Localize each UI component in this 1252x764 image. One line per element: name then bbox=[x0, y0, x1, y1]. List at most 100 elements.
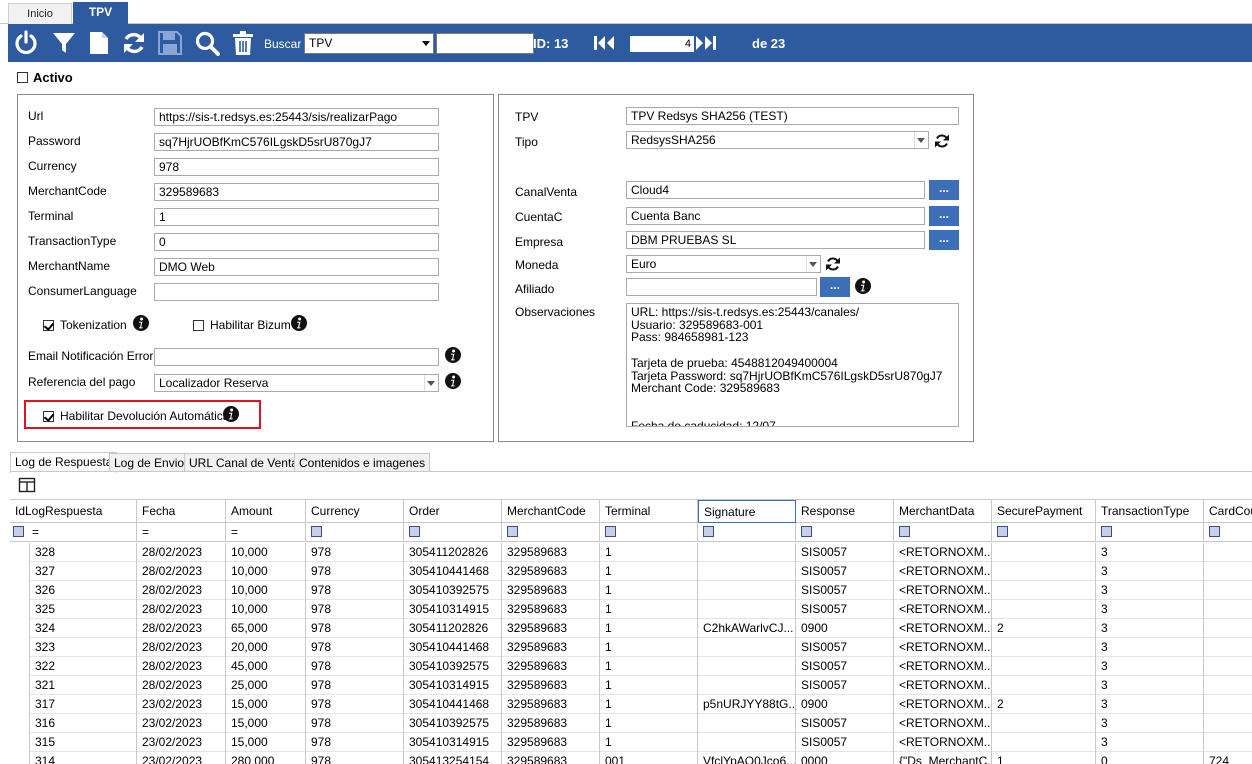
table-row[interactable]: 315 23/02/2023 15,000 978 305410314915 329589… bbox=[10, 733, 1252, 752]
referencia-select[interactable]: Localizador Reserva bbox=[154, 374, 439, 392]
consumerlanguage-field[interactable] bbox=[154, 283, 439, 301]
new-document-icon[interactable] bbox=[85, 29, 113, 57]
merchantname-field[interactable]: DMO Web bbox=[154, 258, 439, 276]
power-icon[interactable] bbox=[12, 29, 40, 57]
observaciones-textarea[interactable]: URL: https://sis-t.redsys.es:25443/canal… bbox=[626, 303, 959, 427]
table-row[interactable]: 317 23/02/2023 15,000 978 305410441468 329589… bbox=[10, 695, 1252, 714]
info-icon[interactable] bbox=[445, 347, 461, 363]
column-filter-cell[interactable] bbox=[306, 523, 404, 542]
search-icon[interactable] bbox=[193, 29, 221, 57]
column-filter-cell[interactable]: = bbox=[137, 523, 226, 542]
row-selector[interactable] bbox=[10, 714, 30, 733]
column-filter-cell[interactable] bbox=[404, 523, 502, 542]
column-header[interactable]: Signature bbox=[698, 500, 796, 523]
info-icon[interactable] bbox=[223, 406, 239, 422]
empresa-field[interactable]: DBM PRUEBAS SL bbox=[626, 231, 925, 249]
row-selector[interactable] bbox=[10, 657, 30, 676]
column-filter-cell[interactable] bbox=[502, 523, 600, 542]
last-record-icon[interactable] bbox=[692, 29, 722, 57]
email-error-field[interactable] bbox=[154, 348, 439, 366]
column-header[interactable]: Currency bbox=[306, 500, 404, 523]
row-selector[interactable] bbox=[10, 752, 30, 764]
table-row[interactable]: 325 28/02/2023 10,000 978 305410314915 329589… bbox=[10, 600, 1252, 619]
tab-tpv[interactable]: TPV bbox=[73, 2, 128, 24]
filter-operator-icon[interactable] bbox=[409, 526, 420, 538]
column-filter-cell[interactable] bbox=[796, 523, 894, 542]
column-filter-cell[interactable] bbox=[698, 523, 796, 542]
table-row[interactable]: 327 28/02/2023 10,000 978 305410441468 329589… bbox=[10, 562, 1252, 581]
table-row[interactable]: 321 28/02/2023 25,000 978 305410314915 329589… bbox=[10, 676, 1252, 695]
tab-log-respuesta[interactable]: Log de Respuesta bbox=[10, 452, 118, 473]
row-selector[interactable] bbox=[10, 638, 30, 657]
cuentac-lookup-button[interactable]: ... bbox=[929, 206, 959, 226]
filter-operator-icon[interactable] bbox=[997, 526, 1008, 538]
info-icon[interactable] bbox=[855, 278, 871, 294]
filter-operator-icon[interactable] bbox=[703, 526, 714, 538]
column-header[interactable]: Fecha bbox=[137, 500, 226, 523]
filter-operator-icon[interactable] bbox=[605, 526, 616, 538]
canalventa-field[interactable]: Cloud4 bbox=[626, 181, 925, 199]
tipo-dropdown-button[interactable] bbox=[914, 132, 928, 148]
column-header[interactable]: MerchantCode bbox=[502, 500, 600, 523]
empresa-lookup-button[interactable]: ... bbox=[929, 230, 959, 250]
search-input[interactable] bbox=[436, 33, 534, 54]
column-header[interactable]: CardCou bbox=[1204, 500, 1252, 523]
transactiontype-field[interactable]: 0 bbox=[154, 233, 439, 251]
column-header[interactable]: IdLogRespuesta bbox=[10, 500, 137, 523]
column-header[interactable]: Terminal bbox=[600, 500, 698, 523]
table-row[interactable]: 323 28/02/2023 20,000 978 305410441468 329589… bbox=[10, 638, 1252, 657]
merchantcode-field[interactable]: 329589683 bbox=[154, 183, 439, 201]
column-filter-cell[interactable]: = bbox=[10, 523, 137, 542]
column-filter-cell[interactable] bbox=[600, 523, 698, 542]
trash-icon[interactable] bbox=[229, 29, 257, 57]
filter-operator-icon[interactable] bbox=[801, 526, 812, 538]
filter-editor-icon[interactable] bbox=[13, 526, 24, 538]
first-record-icon[interactable] bbox=[588, 29, 618, 57]
column-header[interactable]: TransactionType bbox=[1096, 500, 1204, 523]
column-header[interactable]: Amount bbox=[226, 500, 306, 523]
info-icon[interactable] bbox=[291, 315, 307, 331]
column-header[interactable]: MerchantData bbox=[894, 500, 992, 523]
afiliado-field[interactable] bbox=[626, 278, 817, 296]
devolucion-checkbox[interactable]: Habilitar Devolución Automática bbox=[43, 409, 229, 423]
tokenization-checkbox-box[interactable] bbox=[43, 319, 54, 331]
tab-log-envio[interactable]: Log de Envio bbox=[109, 453, 190, 472]
filter-operator-icon[interactable] bbox=[899, 526, 910, 538]
activo-checkbox[interactable]: Activo bbox=[17, 70, 73, 85]
row-selector[interactable] bbox=[10, 619, 30, 638]
table-row[interactable]: 314 23/02/2023 280,000 978 305413254154 32958… bbox=[10, 752, 1252, 764]
currency-field[interactable]: 978 bbox=[154, 158, 439, 176]
password-field[interactable]: sq7HjrUOBfKmC576ILgskD5srU870gJ7 bbox=[154, 133, 439, 151]
bizum-checkbox-box[interactable] bbox=[193, 319, 204, 331]
tab-inicio[interactable]: Inicio bbox=[8, 3, 72, 24]
row-selector[interactable] bbox=[10, 581, 30, 600]
activo-checkbox-box[interactable] bbox=[17, 72, 28, 83]
filter-operator-icon[interactable] bbox=[1209, 526, 1220, 538]
referencia-dropdown-button[interactable] bbox=[424, 375, 438, 391]
refresh-icon[interactable] bbox=[825, 256, 841, 272]
filter-operator-icon[interactable] bbox=[311, 526, 322, 538]
buscar-select[interactable]: TPV bbox=[304, 33, 434, 54]
table-row[interactable]: 328 28/02/2023 10,000 978 305411202826 329589… bbox=[10, 543, 1252, 562]
column-filter-cell[interactable] bbox=[1096, 523, 1204, 542]
filter-operator-icon[interactable] bbox=[1101, 526, 1112, 538]
row-selector[interactable] bbox=[10, 600, 30, 619]
row-selector[interactable] bbox=[10, 562, 30, 581]
refresh-icon[interactable] bbox=[934, 133, 950, 149]
column-header[interactable]: SecurePayment bbox=[992, 500, 1096, 523]
save-icon[interactable] bbox=[156, 29, 184, 57]
row-selector[interactable] bbox=[10, 543, 30, 562]
filter-operator-icon[interactable] bbox=[507, 526, 518, 538]
tab-contenidos-imagenes[interactable]: Contenidos e imagenes bbox=[294, 453, 431, 472]
moneda-dropdown-button[interactable] bbox=[806, 256, 820, 272]
terminal-field[interactable]: 1 bbox=[154, 208, 439, 226]
tipo-select[interactable]: RedsysSHA256 bbox=[626, 131, 929, 149]
info-icon[interactable] bbox=[133, 315, 149, 331]
column-filter-cell[interactable]: = bbox=[226, 523, 306, 542]
tpv-field[interactable]: TPV Redsys SHA256 (TEST) bbox=[626, 107, 959, 125]
bizum-checkbox[interactable]: Habilitar Bizum bbox=[193, 318, 291, 332]
page-number-field[interactable]: 4 bbox=[630, 36, 694, 52]
table-row[interactable]: 326 28/02/2023 10,000 978 305410392575 329589… bbox=[10, 581, 1252, 600]
devolucion-checkbox-box[interactable] bbox=[43, 410, 54, 422]
row-selector[interactable] bbox=[10, 733, 30, 752]
